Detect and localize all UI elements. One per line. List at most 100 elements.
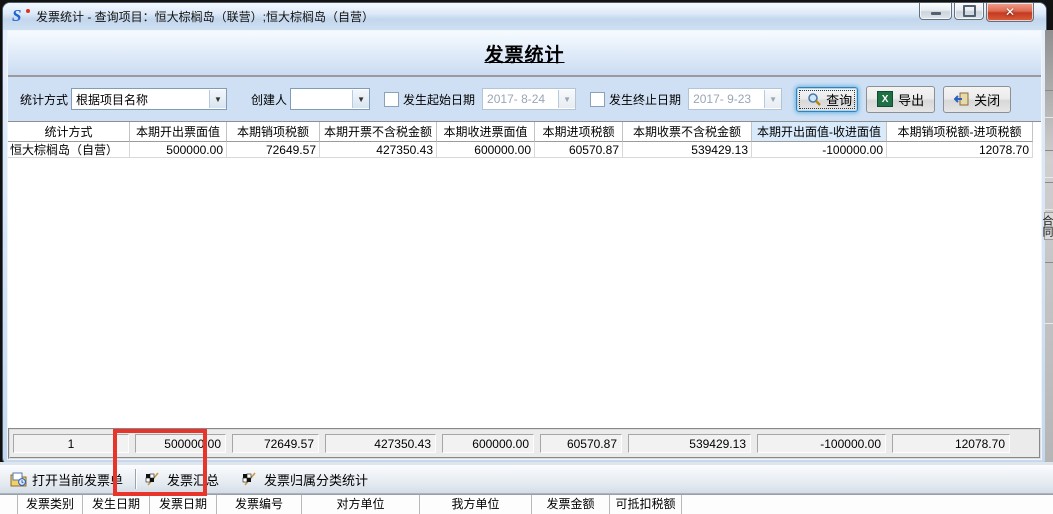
- column-header[interactable]: 可抵扣税额: [610, 495, 682, 514]
- summary-value: 72649.57: [232, 434, 319, 453]
- column-header[interactable]: 本期收进票面值: [437, 122, 535, 142]
- parent-window-bottom: 打开当前发票单 发票汇总 发票归属分类统计 发票类别 发生日期 发票日期 发票编…: [0, 462, 1053, 513]
- creator-label: 创建人: [251, 91, 287, 108]
- chevron-down-icon: ▼: [764, 90, 781, 108]
- background-window-button-hetong[interactable]: 合同: [1044, 212, 1053, 240]
- invoice-summary-button[interactable]: 发票汇总: [144, 470, 219, 489]
- invoice-category-stats-button[interactable]: 发票归属分类统计: [241, 470, 368, 489]
- checkered-flag-icon: [144, 471, 162, 487]
- row-value: -100000.00: [752, 142, 887, 158]
- sliver-band: [1045, 150, 1053, 178]
- checkered-flag-icon: [241, 471, 259, 487]
- minimize-button[interactable]: [919, 3, 952, 20]
- close-button[interactable]: ✕: [986, 3, 1034, 22]
- excel-icon: X: [877, 91, 893, 107]
- sliver-band: [1045, 262, 1053, 324]
- column-header[interactable]: 发票日期: [150, 495, 217, 514]
- page-title: 发票统计: [484, 40, 564, 67]
- start-date-value: 2017- 8-24: [487, 92, 545, 106]
- row-value: 539429.13: [623, 142, 752, 158]
- exit-door-icon: [954, 92, 969, 106]
- maximize-icon: [963, 5, 976, 17]
- summary-value: -100000.00: [757, 434, 886, 453]
- column-header[interactable]: 发票编号: [217, 495, 302, 514]
- app-swirl-icon: S: [12, 8, 29, 25]
- page-header-panel: 发票统计: [8, 31, 1041, 77]
- invoice-statistics-window: S 发票统计 - 查询项目：恒大棕榈岛（联营）;恒大棕榈岛（自营） ✕ 发票统计…: [2, 2, 1047, 465]
- column-header-sorted[interactable]: 本期开出面值-收进面值: [752, 122, 887, 142]
- column-header[interactable]: 发生日期: [83, 495, 150, 514]
- column-header[interactable]: 我方单位: [420, 495, 532, 514]
- invoice-folder-icon: [10, 472, 27, 487]
- table-row[interactable]: 恒大棕榈岛（自营） 500000.00 72649.57 427350.43 6…: [8, 142, 1041, 158]
- open-current-invoice-button[interactable]: 打开当前发票单: [10, 470, 123, 489]
- column-header[interactable]: 发票类别: [18, 495, 83, 514]
- window-title: 发票统计 - 查询项目：恒大棕榈岛（联营）;恒大棕榈岛（自营）: [36, 8, 374, 25]
- row-stat-name: 恒大棕榈岛（自营）: [8, 142, 130, 158]
- close-dialog-button[interactable]: 关闭: [943, 86, 1011, 113]
- stat-method-value: 根据项目名称: [76, 91, 148, 108]
- summary-value: 12078.70: [892, 434, 1010, 453]
- close-icon: ✕: [1005, 5, 1015, 19]
- column-header[interactable]: 本期开出票面值: [130, 122, 227, 142]
- start-date-checkbox[interactable]: [384, 92, 399, 107]
- magnifier-icon: [807, 92, 821, 106]
- row-selector-header: [0, 495, 18, 514]
- open-current-invoice-label: 打开当前发票单: [32, 470, 123, 489]
- row-value: 72649.57: [227, 142, 320, 158]
- end-date-picker[interactable]: 2017- 9-23 ▼: [688, 88, 782, 110]
- grid-header-row: 统计方式 本期开出票面值 本期销项税额 本期开票不含税金额 本期收进票面值 本期…: [8, 122, 1041, 142]
- column-header[interactable]: 本期开票不含税金额: [320, 122, 437, 142]
- invoice-summary-label: 发票汇总: [167, 470, 219, 489]
- toolbar-separator: [135, 469, 136, 489]
- summary-value: 427350.43: [325, 434, 436, 453]
- column-header[interactable]: 统计方式: [8, 122, 130, 142]
- export-button[interactable]: X 导出: [866, 86, 935, 113]
- background-window-sliver: [1045, 30, 1053, 462]
- chevron-down-icon: ▼: [209, 90, 226, 108]
- chevron-down-icon: ▼: [352, 90, 369, 108]
- summary-value: 539429.13: [628, 434, 751, 453]
- minimize-icon: [931, 12, 941, 15]
- end-date-value: 2017- 9-23: [693, 92, 751, 106]
- stat-method-dropdown[interactable]: 根据项目名称 ▼: [71, 88, 227, 110]
- row-value: 600000.00: [437, 142, 535, 158]
- summary-value: 600000.00: [442, 434, 534, 453]
- query-button-label: 查询: [826, 90, 852, 109]
- row-value: 427350.43: [320, 142, 437, 158]
- sliver-band: [1045, 90, 1053, 118]
- summary-value: 500000.00: [135, 434, 226, 453]
- invoice-list-toolbar: 打开当前发票单 发票汇总 发票归属分类统计: [0, 465, 1053, 494]
- invoice-list-header-row: 发票类别 发生日期 发票日期 发票编号 对方单位 我方单位 发票金额 可抵扣税额: [0, 494, 1053, 514]
- sliver-band: [1045, 182, 1053, 210]
- window-controls: ✕: [917, 3, 1034, 22]
- query-button[interactable]: 查询: [796, 87, 858, 112]
- close-dialog-button-label: 关闭: [974, 90, 1000, 109]
- title-bar[interactable]: S 发票统计 - 查询项目：恒大棕榈岛（联营）;恒大棕榈岛（自营） ✕: [3, 3, 1046, 30]
- row-value: 60570.87: [535, 142, 623, 158]
- column-header[interactable]: 发票金额: [532, 495, 610, 514]
- column-header[interactable]: 本期收票不含税金额: [623, 122, 752, 142]
- query-toolbar: 统计方式 根据项目名称 ▼ 创建人 ▼ 发生起始日期 2017- 8-24 ▼ …: [8, 77, 1041, 121]
- column-header[interactable]: 本期销项税额: [227, 122, 320, 142]
- summary-value: 60570.87: [540, 434, 622, 453]
- creator-dropdown[interactable]: ▼: [290, 88, 370, 110]
- row-value: 500000.00: [130, 142, 227, 158]
- row-value: 12078.70: [887, 142, 1033, 158]
- column-header[interactable]: 对方单位: [302, 495, 420, 514]
- start-date-label: 发生起始日期: [403, 91, 475, 108]
- summary-count: 1: [13, 434, 129, 453]
- column-header[interactable]: 本期进项税额: [535, 122, 623, 142]
- stat-method-label: 统计方式: [20, 91, 68, 108]
- invoice-category-stats-label: 发票归属分类统计: [264, 470, 368, 489]
- end-date-label: 发生终止日期: [609, 91, 681, 108]
- export-button-label: 导出: [898, 90, 924, 109]
- start-date-picker[interactable]: 2017- 8-24 ▼: [482, 88, 576, 110]
- column-header[interactable]: 本期销项税额-进项税额: [887, 122, 1033, 142]
- dialog-client-area: 发票统计 统计方式 根据项目名称 ▼ 创建人 ▼ 发生起始日期 2017- 8-…: [7, 30, 1042, 460]
- screenshot-root: { "window": { "title": "发票统计 - 查询项目：恒大棕榈…: [0, 0, 1053, 513]
- chevron-down-icon: ▼: [558, 90, 575, 108]
- summary-row: 1 500000.00 72649.57 427350.43 600000.00…: [8, 428, 1041, 459]
- end-date-checkbox[interactable]: [590, 92, 605, 107]
- maximize-button[interactable]: [954, 3, 984, 20]
